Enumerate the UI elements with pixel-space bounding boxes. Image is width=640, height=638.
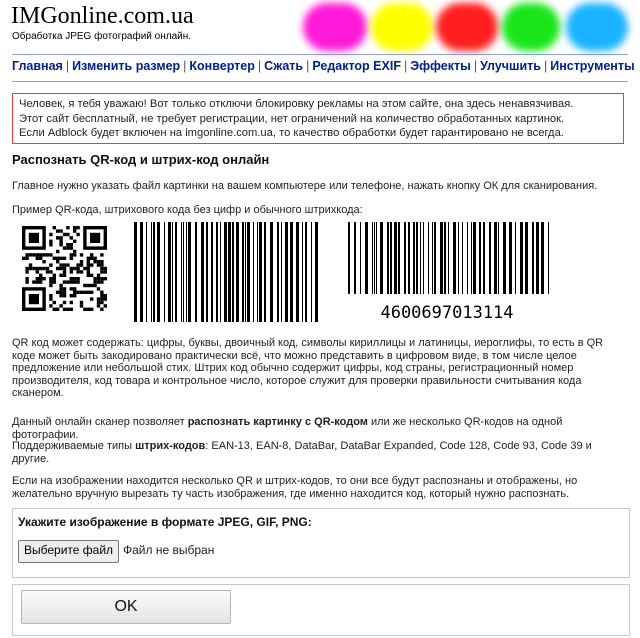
scanner-text: Данный онлайн сканер позволяет распознат… xyxy=(12,416,628,441)
nav-link[interactable]: Инструменты xyxy=(550,59,634,73)
nav-link[interactable]: Конвертер xyxy=(189,59,254,73)
divider xyxy=(12,54,628,55)
barcode-plain-image xyxy=(134,222,318,322)
site-logo[interactable]: IMGonline.com.ua xyxy=(11,3,194,30)
ok-button[interactable]: OK xyxy=(21,590,231,624)
color-blob-yellow xyxy=(371,3,433,51)
example-codes-svg: 4600697013114 xyxy=(22,222,549,323)
nav-link[interactable]: Сжать xyxy=(264,59,303,73)
nav-link[interactable]: Редактор EXIF xyxy=(312,59,401,73)
color-blob-green xyxy=(502,3,560,51)
notice-line: Если Adblock будет включен на imgonline.… xyxy=(19,127,564,139)
adblock-notice: Человек, я тебя уважаю! Вот только отклю… xyxy=(12,93,624,144)
notice-line: Человек, я тебя уважаю! Вот только отклю… xyxy=(19,98,574,110)
nav-link[interactable]: Главная xyxy=(12,59,63,73)
color-blob-blue xyxy=(566,3,628,51)
nav-separator: | xyxy=(65,59,70,73)
color-blob-magenta xyxy=(303,3,367,51)
scanner-text-bold: распознать картинку с QR-кодом xyxy=(187,416,368,428)
example-codes: 4600697013114 xyxy=(22,222,562,323)
description-text: QR код может содержать: цифры, буквы, дв… xyxy=(12,337,604,400)
nav-separator: | xyxy=(543,59,548,73)
nav-separator: | xyxy=(183,59,187,73)
qr-code-image xyxy=(22,226,107,311)
page-title: Распознать QR-код и штрих-код онлайн xyxy=(12,152,270,167)
divider xyxy=(12,81,628,82)
nav-link[interactable]: Улучшить xyxy=(480,59,541,73)
intro-text: Главное нужно указать файл картинки на в… xyxy=(12,180,598,192)
main-nav: Главная | Изменить размер | Конвертер | Сжать |… xyxy=(12,59,635,73)
no-file-status: Файл не выбран xyxy=(123,543,215,557)
barcode-ean-image xyxy=(348,222,549,294)
nav-separator: | xyxy=(403,59,408,73)
nav-link[interactable]: Эффекты xyxy=(410,59,471,73)
multi-code-text: Если на изображении находится несколько … xyxy=(12,475,578,500)
nav-separator: | xyxy=(306,59,310,73)
scanner-text-a: Данный онлайн сканер позволяет xyxy=(12,416,188,428)
submit-panel: OK xyxy=(12,584,630,636)
file-upload-panel: Укажите изображение в формате JPEG, GIF,… xyxy=(12,508,630,578)
file-upload-label: Укажите изображение в формате JPEG, GIF,… xyxy=(18,515,312,529)
types-text: Поддерживаемые типы штрих-кодов: EAN-13,… xyxy=(12,440,628,465)
site-header: IMGonline.com.ua Обработка JPEG фотограф… xyxy=(0,0,640,52)
barcode-number: 4600697013114 xyxy=(380,303,513,322)
notice-line: Этот сайт бесплатный, не требует регистр… xyxy=(19,112,565,125)
types-text-a: Поддерживаемые типы xyxy=(12,440,136,452)
choose-file-button[interactable]: Выберите файл xyxy=(18,540,120,563)
nav-separator: | xyxy=(473,59,478,73)
nav-separator: | xyxy=(257,59,262,73)
example-caption: Пример QR-кода, штрихового кода без цифр… xyxy=(12,204,363,216)
nav-link[interactable]: Изменить размер xyxy=(72,59,180,73)
types-text-bold: штрих-кодов xyxy=(135,440,206,452)
color-blob-red xyxy=(436,3,498,51)
site-tagline: Обработка JPEG фотографий онлайн. xyxy=(12,31,192,42)
